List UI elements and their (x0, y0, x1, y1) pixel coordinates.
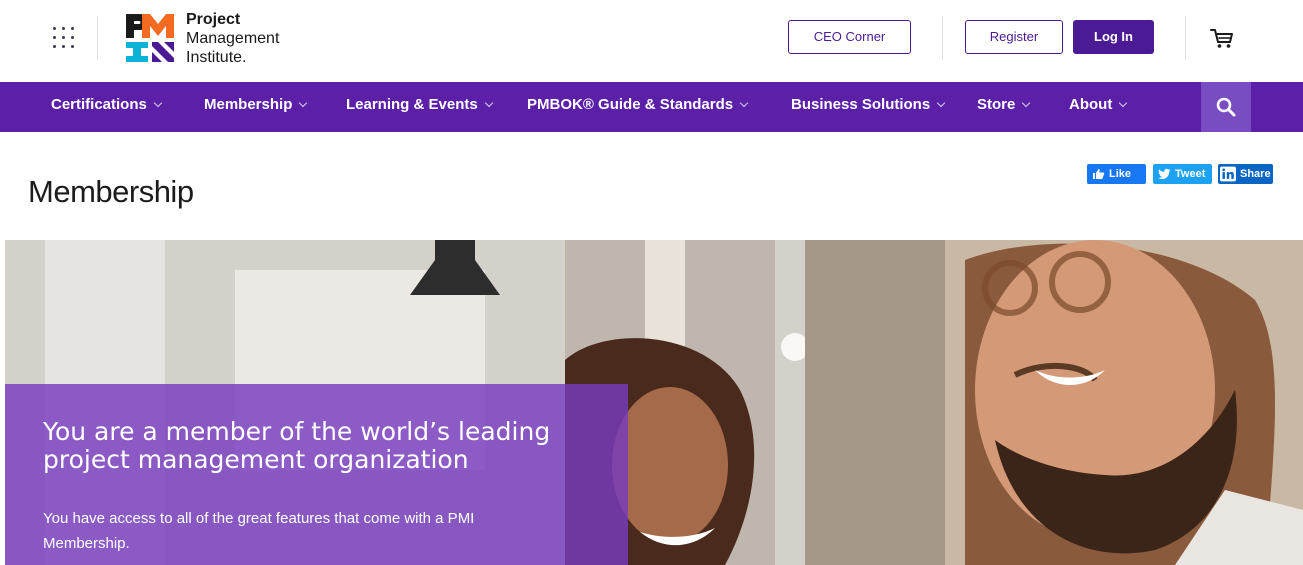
linkedin-icon (1220, 166, 1236, 182)
chevron-down-icon (299, 98, 308, 108)
page-title: Membership (28, 174, 194, 209)
divider (97, 16, 98, 60)
nav-item-label: Store (977, 96, 1016, 113)
cart-icon[interactable] (1208, 24, 1236, 52)
nav-item-pmbok-guide[interactable]: PMBOK® Guide & Standards (527, 82, 749, 132)
nav-item-store[interactable]: Store (977, 82, 1031, 132)
nav-item-label: About (1069, 96, 1113, 113)
main-nav: Certifications Membership Learning & Eve… (0, 82, 1303, 132)
logo-line-1: Project (186, 11, 241, 28)
nav-item-label: Membership (204, 96, 293, 113)
nav-item-label: Business Solutions (791, 96, 931, 113)
tweet-label: Tweet (1175, 168, 1206, 180)
search-button[interactable] (1201, 82, 1251, 132)
ceo-corner-button[interactable]: CEO Corner (788, 20, 911, 54)
nav-item-label: Certifications (51, 96, 147, 113)
search-icon (1216, 97, 1236, 117)
nav-item-membership[interactable]: Membership (204, 82, 308, 132)
like-label: Like (1109, 168, 1132, 180)
divider (1185, 16, 1186, 60)
hero-text: You have access to all of the great feat… (43, 510, 475, 552)
logo-wordmark: Project Management Institute. (186, 10, 279, 67)
register-button[interactable]: Register (965, 20, 1063, 54)
nav-item-business-solutions[interactable]: Business Solutions (791, 82, 946, 132)
top-header: Project Management Institute. CEO Corner… (0, 0, 1303, 82)
share-label: Share (1240, 168, 1271, 180)
chevron-down-icon (153, 98, 163, 108)
pmi-logo-mark (126, 14, 174, 62)
linkedin-share-button[interactable]: Share (1218, 164, 1273, 184)
tweet-button[interactable]: Tweet (1153, 164, 1212, 184)
chevron-down-icon (1119, 98, 1128, 108)
nav-item-label: PMBOK® Guide & Standards (527, 96, 734, 113)
chevron-down-icon (484, 98, 493, 108)
nav-item-label: Learning & Events (346, 96, 478, 113)
logo-line-3: Institute. (186, 49, 247, 66)
facebook-like-button[interactable]: Like (1087, 164, 1146, 184)
chevron-down-icon (1022, 98, 1031, 108)
pmi-logo[interactable]: Project Management Institute. (124, 10, 304, 66)
app-grid-icon[interactable] (50, 24, 78, 52)
chevron-down-icon (739, 98, 749, 108)
hero-banner: You are a member of the world’s leading … (5, 240, 1303, 565)
logo-line-2: Management (186, 30, 280, 47)
nav-item-about[interactable]: About (1069, 82, 1128, 132)
twitter-bird-icon (1158, 168, 1171, 180)
hero-heading: You are a member of the world’s leading … (43, 417, 551, 474)
divider (942, 16, 943, 60)
chevron-down-icon (936, 98, 946, 108)
thumbs-up-icon (1093, 169, 1105, 179)
nav-item-learning-events[interactable]: Learning & Events (346, 82, 493, 132)
nav-item-certifications[interactable]: Certifications (51, 82, 163, 132)
login-button[interactable]: Log In (1073, 20, 1154, 54)
